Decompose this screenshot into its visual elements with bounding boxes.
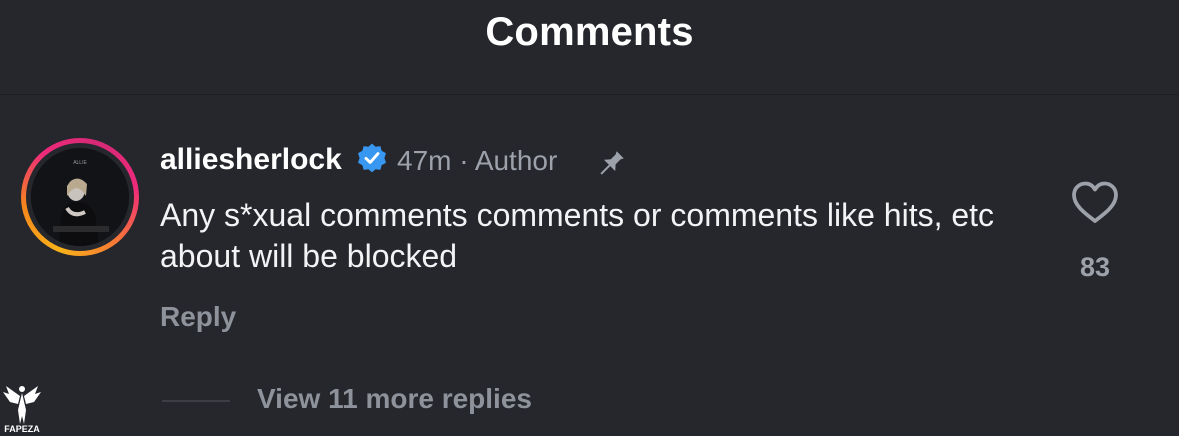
- view-more-replies-button[interactable]: View 11 more replies: [257, 383, 532, 415]
- heart-icon[interactable]: [1070, 180, 1120, 226]
- comment-meta: 47m · Author: [397, 145, 557, 177]
- comment-username[interactable]: alliesherlock: [160, 143, 342, 177]
- comment-time: 47m: [397, 145, 452, 176]
- like-count: 83: [1079, 252, 1111, 282]
- avatar-photo: ALLIE: [31, 148, 129, 246]
- comment-text: Any s*xual comments comments or comments…: [160, 197, 995, 274]
- page-title: Comments: [485, 10, 694, 54]
- avatar-text: ALLIE: [73, 160, 87, 166]
- avatar-story-ring[interactable]: ALLIE: [21, 138, 139, 256]
- avatar: ALLIE: [31, 148, 129, 246]
- replies-divider: [162, 400, 230, 402]
- watermark-text: FAPEZA: [4, 424, 40, 434]
- verified-badge-icon: [358, 143, 386, 173]
- reply-button[interactable]: Reply: [160, 301, 236, 333]
- pin-icon: [600, 151, 624, 175]
- author-label: Author: [474, 145, 558, 176]
- comments-header: Comments: [0, 0, 1179, 95]
- meta-separator: ·: [459, 145, 469, 176]
